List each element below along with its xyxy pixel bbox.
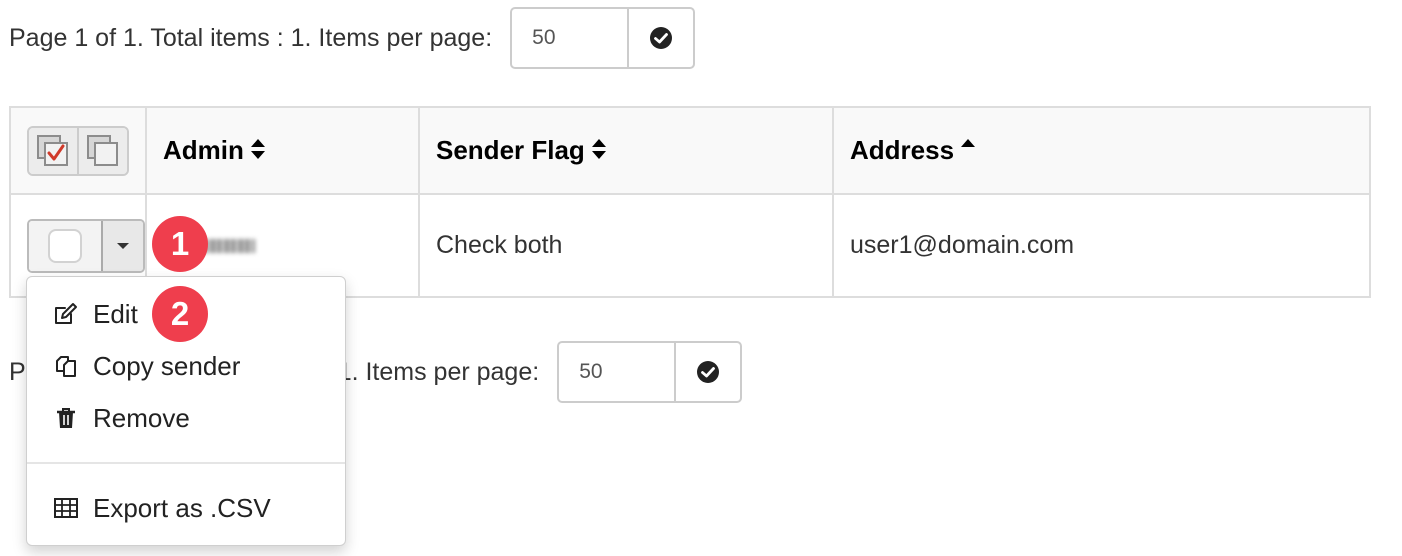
trash-icon xyxy=(53,405,79,431)
menu-item-remove[interactable]: Remove xyxy=(53,396,190,440)
items-per-page-group xyxy=(557,341,743,403)
pager-info: Page 1 of 1. Total items : 1. Items per … xyxy=(9,23,493,52)
menu-item-label: Remove xyxy=(93,402,190,433)
column-header-address[interactable]: Address xyxy=(832,106,1371,195)
apply-items-per-page-button[interactable] xyxy=(674,343,740,401)
menu-item-edit[interactable]: Edit xyxy=(53,292,138,336)
caret-down-icon xyxy=(117,242,129,249)
column-label: Address xyxy=(850,134,955,165)
step-badge-2: 2 xyxy=(152,286,208,342)
row-checkbox[interactable] xyxy=(29,220,101,271)
pager-info-visible-end: 1. Items per page: xyxy=(337,357,540,386)
check-circle-icon xyxy=(650,27,673,49)
menu-item-export-csv[interactable]: Export as .CSV xyxy=(53,486,271,530)
items-per-page-input[interactable] xyxy=(559,343,675,401)
sender-flag-cell: Check both xyxy=(418,193,834,298)
row-actions-toggle[interactable] xyxy=(101,220,143,271)
row-select-group xyxy=(27,218,145,273)
checkbox-square xyxy=(48,228,82,263)
select-all-icon xyxy=(37,134,68,166)
select-all-button[interactable] xyxy=(29,127,77,174)
table-icon xyxy=(53,495,79,521)
table-header-row: Admin Sender Flag Address xyxy=(9,106,1371,195)
items-per-page-input[interactable] xyxy=(512,9,628,67)
menu-item-label: Export as .CSV xyxy=(93,492,271,523)
check-circle-icon xyxy=(697,361,720,383)
column-header-sender-flag[interactable]: Sender Flag xyxy=(418,106,834,195)
sort-asc-icon xyxy=(960,138,976,166)
pager-top: Page 1 of 1. Total items : 1. Items per … xyxy=(9,7,696,69)
menu-item-label: Edit xyxy=(93,298,138,329)
pager-info-visible-start: P xyxy=(9,357,26,386)
bulk-select-header xyxy=(9,106,147,195)
items-per-page-group xyxy=(510,7,696,69)
address-cell: user1@domain.com xyxy=(832,193,1371,298)
step-badge-1: 1 xyxy=(152,216,208,272)
column-label: Sender Flag xyxy=(436,134,585,165)
deselect-all-button[interactable] xyxy=(77,127,127,174)
sort-both-icon xyxy=(250,138,266,166)
senders-table: Admin Sender Flag Address Check both use… xyxy=(9,106,1371,298)
blurred-admin-name xyxy=(203,239,255,254)
bulk-select-group xyxy=(27,125,129,176)
column-label: Admin xyxy=(163,134,244,165)
column-header-admin[interactable]: Admin xyxy=(145,106,420,195)
sort-both-icon xyxy=(591,138,607,166)
apply-items-per-page-button[interactable] xyxy=(627,9,693,67)
menu-divider xyxy=(27,462,345,464)
deselect-all-icon xyxy=(87,134,118,166)
edit-icon xyxy=(53,301,79,327)
menu-item-label: Copy sender xyxy=(93,350,241,381)
menu-item-copy-sender[interactable]: Copy sender xyxy=(53,344,240,388)
copy-icon xyxy=(53,353,79,379)
